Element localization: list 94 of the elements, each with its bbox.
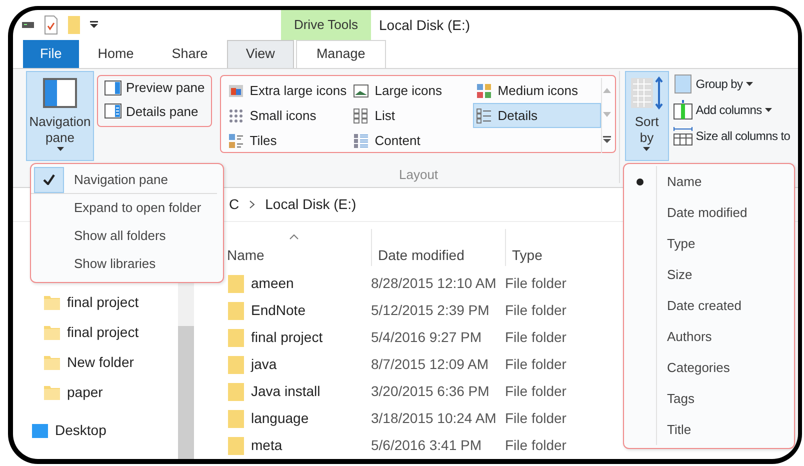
ribbon-tab[interactable]: Home <box>78 40 153 68</box>
caret-icon <box>56 146 64 150</box>
window-title: Local Disk (E:) <box>378 16 470 35</box>
column-header[interactable]: Name <box>227 229 371 266</box>
file-name[interactable]: meta <box>227 435 371 456</box>
type-cell-text: File folder <box>505 328 568 347</box>
type-cell-text: File folder <box>505 355 568 374</box>
context-tab-label: Drive Tools <box>281 10 371 40</box>
type-cell-text: File folder <box>505 382 568 401</box>
desktop-icon <box>31 422 49 438</box>
menu-item[interactable]: Date created <box>624 290 794 321</box>
details-icon <box>476 108 492 124</box>
file-name[interactable]: language <box>227 408 371 429</box>
tree-item[interactable]: final project <box>43 292 178 313</box>
file-name[interactable]: Java install <box>227 381 371 402</box>
details-pane-icon[interactable] <box>104 103 122 120</box>
menu-item[interactable]: Title <box>624 414 794 445</box>
large-icons-icon <box>352 82 369 98</box>
checkmark-icon <box>43 174 55 185</box>
sort-by-button[interactable]: Sort by <box>624 71 669 161</box>
menu-item[interactable]: Tags <box>624 383 794 414</box>
caret-icon <box>764 108 772 112</box>
expand-gallery-icon[interactable] <box>603 136 612 144</box>
tree-item[interactable]: final project <box>43 322 178 343</box>
layout-option[interactable]: Medium icons <box>472 78 601 103</box>
menu-item[interactable]: Categories <box>624 352 794 383</box>
type-cell-text: File folder <box>505 274 568 293</box>
view-command[interactable]: Add columns <box>672 100 790 120</box>
caret-icon <box>643 146 650 150</box>
tree-item[interactable]: New folder <box>43 352 178 373</box>
view-command[interactable]: Size all columns to <box>672 126 790 146</box>
sort-icon <box>630 76 664 110</box>
group-label: Layout <box>399 166 438 184</box>
type-cell-text: File folder <box>505 436 568 455</box>
drive-icon[interactable] <box>21 20 35 30</box>
breadcrumb[interactable]: C <box>229 194 240 215</box>
list-icon <box>352 108 369 124</box>
pane-option[interactable]: Details pane <box>126 102 198 121</box>
layout-option[interactable]: Small icons <box>224 103 350 128</box>
layout-option[interactable]: Extra large icons <box>224 78 350 103</box>
date-cell-text: 3/18/2015 10:24 AM <box>371 409 498 428</box>
content-icon <box>352 132 369 148</box>
bullet-icon <box>636 178 644 186</box>
preview-pane-icon[interactable] <box>104 80 122 96</box>
date-cell-text: 8/28/2015 12:10 AM <box>371 274 498 293</box>
chevron-icon <box>249 200 256 209</box>
tree-item[interactable]: paper <box>43 382 178 403</box>
add-columns-icon <box>672 100 693 120</box>
date-cell-text: 5/12/2015 2:39 PM <box>371 301 490 320</box>
date-cell-text: 3/20/2015 6:36 PM <box>371 382 490 401</box>
file-name[interactable]: ameen <box>227 273 371 294</box>
menu-item[interactable]: Show all folders <box>31 222 223 250</box>
navigation-pane-icon <box>43 78 77 108</box>
menu-item[interactable]: Expand to open folder <box>31 194 223 222</box>
medium-icons-icon <box>476 82 492 98</box>
ribbon-tab[interactable]: Manage <box>296 40 386 68</box>
column-header[interactable]: Type <box>505 229 605 266</box>
file-name[interactable]: EndNote <box>227 300 371 321</box>
file-name[interactable]: final project <box>227 327 371 348</box>
ribbon-tab[interactable]: Share <box>152 40 227 68</box>
menu-item[interactable]: Navigation pane <box>31 166 217 194</box>
tiles-icon <box>228 132 244 148</box>
ribbon-tab[interactable]: View <box>226 40 294 68</box>
file-name[interactable]: java <box>227 354 371 375</box>
layout-option[interactable]: Tiles <box>224 128 350 153</box>
menu-item[interactable]: Show libraries <box>31 250 223 278</box>
layout-option[interactable]: Content <box>350 128 473 153</box>
navigation-pane-button[interactable]: Navigation pane <box>26 71 94 161</box>
pane-option[interactable]: Preview pane <box>126 78 205 98</box>
extra-large-icons-icon <box>228 82 244 98</box>
small-icons-icon <box>228 108 244 124</box>
size-columns-icon <box>672 126 693 146</box>
menu-item[interactable]: Size <box>624 259 794 290</box>
layout-option[interactable]: Details <box>472 103 601 128</box>
document-check-icon[interactable] <box>43 15 59 35</box>
caret-icon <box>746 82 753 86</box>
date-cell-text: 5/6/2016 3:41 PM <box>371 436 483 455</box>
date-cell-text: 8/7/2015 12:09 AM <box>371 355 490 374</box>
menu-item[interactable]: Authors <box>624 321 794 352</box>
type-cell-text: File folder <box>505 409 568 428</box>
group-by-icon <box>672 74 693 94</box>
layout-option[interactable]: List <box>350 103 473 128</box>
menu-item[interactable]: Type <box>624 228 794 259</box>
menu-item[interactable]: Date modified <box>624 197 794 228</box>
breadcrumb[interactable]: Local Disk (E:) <box>265 194 356 215</box>
customize-caret-icon[interactable] <box>89 20 99 30</box>
type-cell-text: File folder <box>505 301 568 320</box>
date-cell-text: 5/4/2016 9:27 PM <box>371 328 483 347</box>
column-header[interactable]: Date modified <box>371 229 505 266</box>
menu-item[interactable]: Name <box>624 166 794 197</box>
tree-item[interactable]: Desktop <box>31 420 178 441</box>
ribbon-tab[interactable]: File <box>23 40 79 68</box>
layout-option[interactable]: Large icons <box>350 78 473 103</box>
view-command[interactable]: Group by <box>672 74 790 94</box>
